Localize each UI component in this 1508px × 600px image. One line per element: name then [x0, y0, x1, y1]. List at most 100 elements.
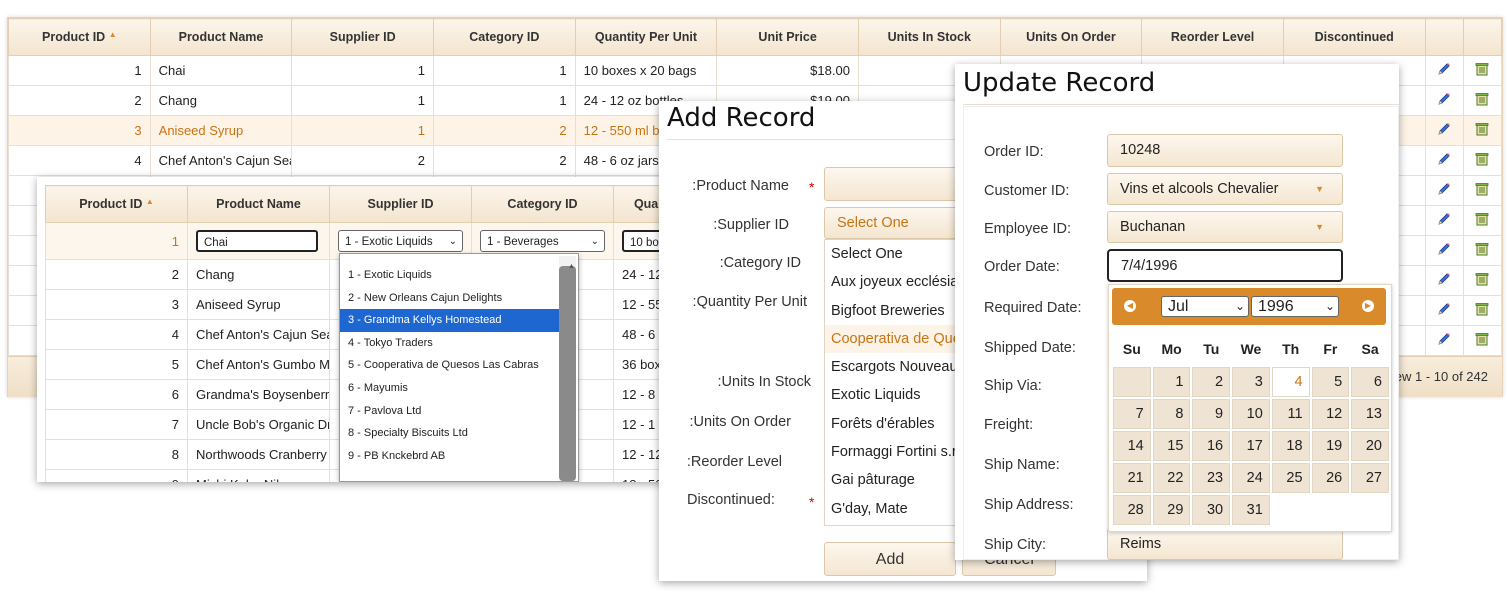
day-cell[interactable]: 9 [1192, 399, 1231, 429]
employee-select[interactable]: Buchanan ▼ [1107, 211, 1343, 243]
dropdown-option[interactable]: 5 - Cooperativa de Quesos Las Cabras [340, 354, 578, 377]
scroll-up-icon[interactable]: ▲ [560, 256, 575, 279]
option[interactable]: Bigfoot Breweries [825, 297, 965, 325]
year-select[interactable]: 1996 ⌄ [1251, 296, 1339, 317]
delete-icon[interactable] [1462, 205, 1503, 236]
day-cell[interactable]: 21 [1113, 463, 1151, 493]
day-cell[interactable]: 30 [1192, 495, 1231, 525]
delete-icon[interactable] [1462, 265, 1503, 296]
day-cell[interactable]: 23 [1192, 463, 1231, 493]
day-cell[interactable]: 22 [1152, 463, 1191, 493]
day-cell[interactable]: 14 [1113, 431, 1151, 461]
day-cell[interactable]: 13 [1351, 399, 1389, 429]
edit-icon[interactable] [1424, 235, 1464, 266]
day-cell[interactable]: 10 [1232, 399, 1270, 429]
month-select[interactable]: Jul ⌄ [1161, 296, 1249, 317]
dropdown-option[interactable]: 7 - Pavlova Ltd [340, 400, 578, 423]
inline-header-supplier-id[interactable]: Supplier ID [329, 185, 472, 223]
prev-month-icon[interactable]: ◀ [1124, 300, 1136, 312]
edit-icon[interactable] [1424, 145, 1464, 176]
option[interactable]: Select One [825, 240, 965, 268]
delete-icon[interactable] [1462, 325, 1503, 356]
day-cell[interactable]: 28 [1113, 495, 1151, 525]
dropdown-option[interactable]: 6 - Mayumis [340, 377, 578, 400]
day-cell[interactable]: 6 [1351, 367, 1389, 397]
supplier-select[interactable]: 1 - Exotic Liquids ⌄ [338, 230, 463, 252]
scrollbar-thumb[interactable] [559, 266, 576, 481]
day-cell[interactable]: 20 [1351, 431, 1389, 461]
header-quantity-per-unit[interactable]: Quantity Per Unit [574, 18, 718, 56]
header-supplier-id[interactable]: Supplier ID [291, 18, 434, 56]
option[interactable]: G'day, Mate [825, 495, 965, 523]
scrollbar[interactable]: ▲ [559, 256, 576, 481]
option[interactable]: Escargots Nouveaux [825, 353, 965, 381]
day-cell[interactable]: 11 [1271, 399, 1310, 429]
header-discontinued[interactable]: Discontinued [1282, 18, 1426, 56]
next-month-icon[interactable]: ▶ [1362, 300, 1374, 312]
inline-header-product-name[interactable]: Product Name [187, 185, 330, 223]
supplier-select[interactable]: Select One [824, 207, 964, 239]
header-product-id[interactable]: Product ID ▲ [8, 18, 151, 56]
customer-select[interactable]: Vins et alcools Chevalier ▼ [1107, 173, 1343, 205]
delete-icon[interactable] [1462, 175, 1503, 206]
day-cell[interactable]: 15 [1152, 431, 1191, 461]
delete-icon[interactable] [1462, 115, 1503, 146]
edit-icon[interactable] [1424, 205, 1464, 236]
dropdown-option[interactable]: 2 - New Orleans Cajun Delights [340, 287, 578, 310]
product-name-input[interactable]: Chai [196, 230, 318, 252]
dropdown-option-selected[interactable]: 3 - Grandma Kellys Homestead [340, 309, 569, 332]
product-name-field[interactable] [824, 167, 964, 201]
day-cell[interactable]: 18 [1271, 431, 1310, 461]
edit-icon[interactable] [1424, 55, 1464, 86]
dropdown-option[interactable]: 4 - Tokyo Traders [340, 332, 578, 355]
option[interactable]: Formaggi Fortini s.r.l. [825, 438, 965, 466]
edit-icon[interactable] [1424, 175, 1464, 206]
option[interactable]: Exotic Liquids [825, 381, 965, 409]
order-id-field[interactable]: 10248 [1107, 134, 1343, 167]
delete-icon[interactable] [1462, 55, 1503, 86]
option-hover[interactable]: Cooperativa de Quesos Las Cabras [825, 324, 965, 354]
header-units-in-stock[interactable]: Units In Stock [857, 18, 1001, 56]
ship-city-field[interactable]: Reims [1107, 528, 1343, 560]
day-cell[interactable]: 17 [1232, 431, 1270, 461]
edit-icon[interactable] [1424, 115, 1464, 146]
order-date-field[interactable]: 7/4/1996 [1107, 249, 1343, 282]
dropdown-option[interactable]: 8 - Specialty Biscuits Ltd [340, 422, 578, 445]
day-cell[interactable]: 29 [1152, 495, 1191, 525]
delete-icon[interactable] [1462, 145, 1503, 176]
dropdown-option[interactable]: 9 - PB Knckebrd AB [340, 445, 578, 468]
header-unit-price[interactable]: Unit Price [716, 18, 859, 56]
day-cell[interactable]: 5 [1311, 367, 1350, 397]
day-cell[interactable]: 1 [1152, 367, 1191, 397]
inline-header-product-id[interactable]: Product ID ▲ [45, 185, 188, 223]
edit-icon[interactable] [1424, 295, 1464, 326]
header-reorder-level[interactable]: Reorder Level [1141, 18, 1284, 56]
add-button[interactable]: Add [824, 542, 956, 576]
day-cell[interactable]: 24 [1232, 463, 1270, 493]
day-cell[interactable]: 7 [1113, 399, 1151, 429]
header-category-id[interactable]: Category ID [432, 18, 576, 56]
delete-icon[interactable] [1462, 235, 1503, 266]
edit-icon[interactable] [1424, 85, 1464, 116]
option[interactable]: Gai pâturage [825, 466, 965, 494]
day-cell[interactable]: 3 [1232, 367, 1270, 397]
delete-icon[interactable] [1462, 295, 1503, 326]
day-cell[interactable]: 12 [1311, 399, 1350, 429]
day-cell[interactable]: 25 [1271, 463, 1310, 493]
day-cell[interactable]: 2 [1192, 367, 1231, 397]
day-cell[interactable]: 26 [1311, 463, 1350, 493]
edit-icon[interactable] [1424, 325, 1464, 356]
category-select[interactable]: 1 - Beverages ⌄ [480, 230, 605, 252]
header-product-name[interactable]: Product Name [149, 18, 293, 56]
day-cell[interactable]: 8 [1152, 399, 1191, 429]
header-units-on-order[interactable]: Units On Order [999, 18, 1143, 56]
dropdown-option[interactable]: 1 - Exotic Liquids [340, 264, 578, 287]
day-cell-selected[interactable]: 4 [1271, 367, 1310, 397]
inline-header-category-id[interactable]: Category ID [471, 185, 614, 223]
option[interactable]: Forêts d'érables [825, 410, 965, 438]
day-cell[interactable]: 19 [1311, 431, 1350, 461]
option[interactable]: Aux joyeux ecclésiastiques [825, 268, 965, 296]
day-cell[interactable]: 31 [1232, 495, 1270, 525]
day-cell[interactable]: 27 [1351, 463, 1389, 493]
edit-icon[interactable] [1424, 265, 1464, 296]
